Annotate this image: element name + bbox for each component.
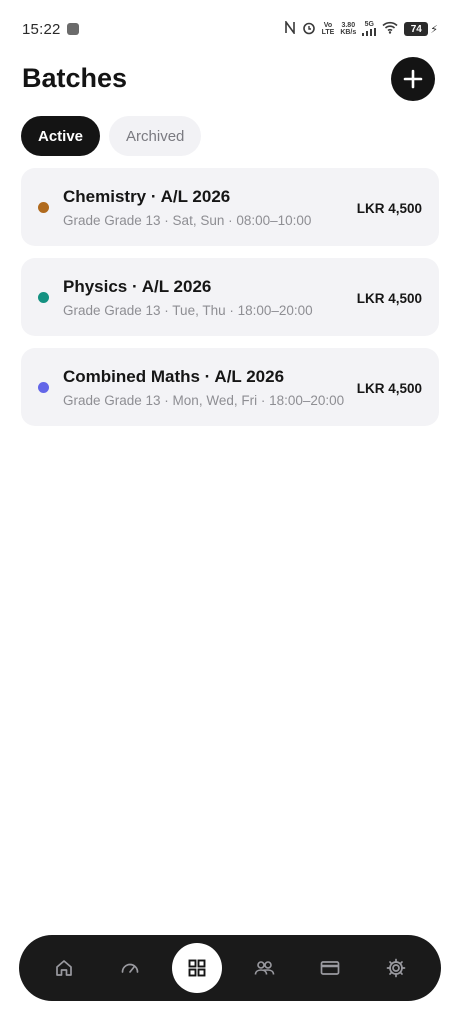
batch-filter-tabs: Active Archived (21, 116, 202, 156)
nfc-icon (284, 19, 296, 37)
alarm-icon (302, 21, 316, 38)
batch-card-combined-maths[interactable]: Combined Maths · A/L 2026 Grade Grade 13… (21, 348, 439, 426)
nav-settings[interactable] (372, 944, 420, 992)
batch-list: Chemistry · A/L 2026 Grade Grade 13 · Sa… (21, 168, 439, 438)
batch-color-dot (38, 382, 49, 393)
batch-title: Physics · A/L 2026 (63, 277, 212, 296)
nav-students[interactable] (240, 944, 288, 992)
batch-color-dot (38, 292, 49, 303)
status-time: 15:22 (22, 20, 61, 38)
batch-fee: LKR 4,500 (356, 291, 422, 306)
people-icon (254, 961, 275, 975)
batch-fee: LKR 4,500 (356, 201, 422, 216)
card-icon (320, 961, 340, 975)
tab-active[interactable]: Active (21, 116, 101, 156)
battery-level: 74 (404, 22, 429, 36)
grid-icon (188, 959, 206, 977)
plus-icon (403, 69, 423, 89)
signal-icon: 5G (362, 21, 377, 38)
bottom-nav (19, 935, 441, 1001)
dashboard-gauge-icon (121, 963, 139, 973)
wifi-icon (382, 21, 398, 37)
batch-title: Chemistry · A/L 2026 (63, 187, 231, 206)
nav-dashboard[interactable] (106, 944, 154, 992)
app-notification-icon (66, 23, 79, 35)
battery-icon: 74 ⚡ (404, 22, 438, 36)
nav-batches[interactable] (172, 943, 222, 993)
batch-color-dot (38, 202, 49, 213)
nav-payments[interactable] (306, 944, 354, 992)
volte-indicator: Vo LTE (321, 22, 335, 36)
gear-icon (386, 958, 406, 978)
batch-schedule: Grade Grade 13 · Mon, Wed, Fri · 18:00–2… (63, 393, 345, 408)
batch-title: Combined Maths · A/L 2026 (63, 367, 285, 386)
network-speed: 3.80 KB/s (340, 22, 357, 36)
page-title: Batches (22, 63, 128, 93)
tab-archived[interactable]: Archived (109, 116, 202, 156)
batch-card-physics[interactable]: Physics · A/L 2026 Grade Grade 13 · Tue,… (21, 258, 439, 336)
home-icon (56, 960, 72, 976)
status-bar: 15:22 Vo LTE 3.80 KB/s 5G 74 ⚡ (0, 0, 460, 58)
batch-card-chemistry[interactable]: Chemistry · A/L 2026 Grade Grade 13 · Sa… (21, 168, 439, 246)
batch-schedule: Grade Grade 13 · Sat, Sun · 08:00–10:00 (63, 213, 312, 228)
batches-screen: 15:22 Vo LTE 3.80 KB/s 5G 74 ⚡ Batches A… (0, 0, 460, 1023)
batch-schedule: Grade Grade 13 · Tue, Thu · 18:00–20:00 (63, 303, 313, 318)
charging-icon: ⚡ (430, 23, 438, 36)
nav-home[interactable] (40, 944, 88, 992)
add-batch-button[interactable] (391, 57, 435, 101)
batch-fee: LKR 4,500 (356, 381, 422, 396)
